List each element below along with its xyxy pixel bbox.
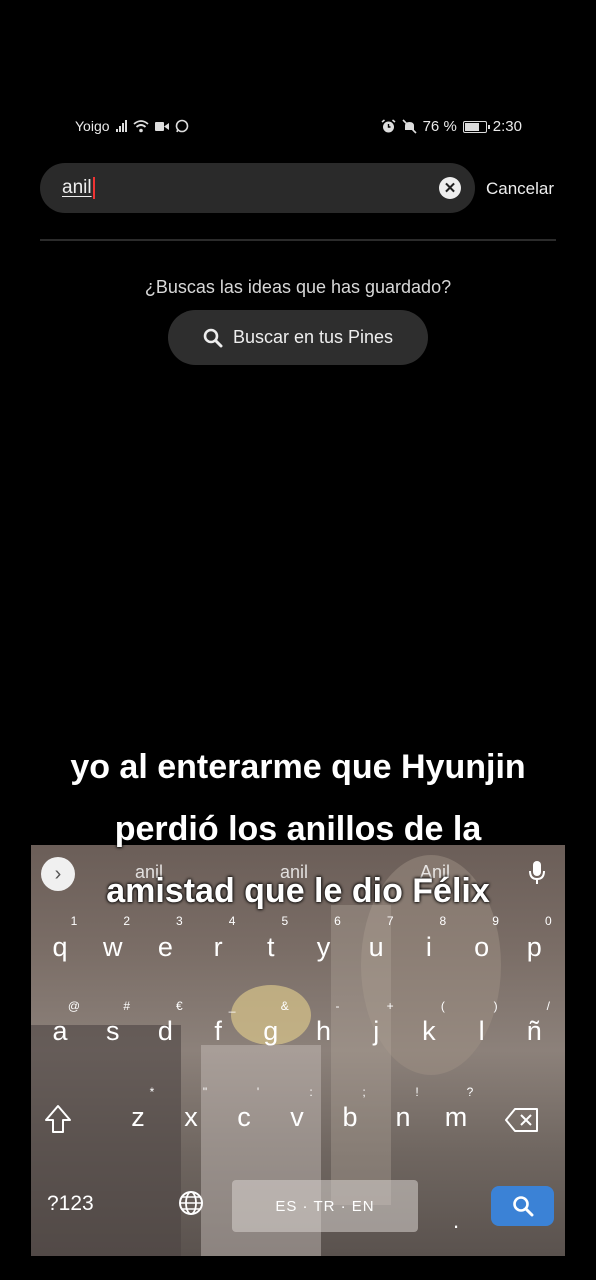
key-hint: ! <box>415 1085 419 1099</box>
video-icon <box>154 121 169 131</box>
key-w[interactable]: w <box>93 932 133 963</box>
key-m[interactable]: m <box>436 1102 476 1133</box>
key-hint: & <box>280 999 289 1013</box>
saved-ideas-prompt: ¿Buscas las ideas que has guardado? <box>144 277 452 297</box>
caption-line-1: yo al enterarme que Hyunjin <box>70 748 526 786</box>
search-icon <box>512 1196 533 1217</box>
key-hint: _ <box>228 999 236 1013</box>
caption-line-2: perdió los anillos de la <box>114 810 482 848</box>
key-q[interactable]: q <box>40 932 80 963</box>
clock: 2:30 <box>492 118 522 135</box>
key-hint: / <box>546 999 550 1013</box>
search-your-pins-label: Buscar en tus Pines <box>232 327 394 347</box>
search-input-value: anil <box>62 177 92 199</box>
key-hint: ' <box>256 1085 260 1099</box>
key-n[interactable]: n <box>383 1102 423 1133</box>
whatsapp-icon <box>175 119 188 133</box>
battery-icon <box>462 120 490 133</box>
key-hint: ? <box>466 1085 474 1099</box>
period-key[interactable]: . <box>453 1208 459 1234</box>
clear-search-button[interactable]: ✕ <box>439 177 461 199</box>
key-f[interactable]: f <box>198 1016 238 1047</box>
key-hint: ( <box>440 999 445 1013</box>
key-y[interactable]: y <box>304 932 344 963</box>
close-icon: ✕ <box>443 180 457 197</box>
key-hint: @ <box>67 999 81 1013</box>
battery-percent: 76 % <box>422 118 457 135</box>
search-field[interactable] <box>40 163 475 213</box>
key-hint: # <box>123 999 131 1013</box>
key-hint: " <box>202 1085 208 1099</box>
key-k[interactable]: k <box>409 1016 449 1047</box>
key-p[interactable]: p <box>514 932 554 963</box>
key-a[interactable]: a <box>40 1016 80 1047</box>
key-t[interactable]: t <box>251 932 291 963</box>
divider <box>40 239 556 241</box>
space-key[interactable]: ES · TR · EN <box>232 1180 418 1232</box>
key-d[interactable]: d <box>145 1016 185 1047</box>
key-hint: + <box>386 999 394 1013</box>
key-i[interactable]: i <box>409 932 449 963</box>
key-hint: ) <box>493 999 498 1013</box>
key-g[interactable]: g <box>251 1016 291 1047</box>
key-ñ[interactable]: ñ <box>514 1016 554 1047</box>
shift-icon[interactable] <box>44 1104 72 1134</box>
status-bar-left: Yoigo <box>75 118 189 134</box>
key-r[interactable]: r <box>198 932 238 963</box>
wifi-icon <box>132 119 149 132</box>
search-your-pins-button[interactable]: Buscar en tus Pines <box>168 310 428 365</box>
search-submit-key[interactable] <box>491 1186 554 1226</box>
key-o[interactable]: o <box>462 932 502 963</box>
key-hint: : <box>309 1085 313 1099</box>
key-s[interactable]: s <box>93 1016 133 1047</box>
text-caret <box>92 177 95 199</box>
status-bar-right: 76 % 2:30 <box>381 118 522 135</box>
alarm-icon <box>381 119 396 133</box>
signal-icon <box>115 120 127 132</box>
key-hint: * <box>149 1085 155 1099</box>
globe-icon[interactable] <box>178 1190 204 1216</box>
key-x[interactable]: x <box>171 1102 211 1133</box>
key-hint: € <box>176 999 183 1013</box>
key-hint: - <box>335 999 340 1013</box>
key-h[interactable]: h <box>304 1016 344 1047</box>
key-e[interactable]: e <box>145 932 185 963</box>
key-c[interactable]: c <box>224 1102 264 1133</box>
cancel-button[interactable]: Cancelar <box>486 179 554 199</box>
mute-icon <box>402 119 417 134</box>
caption-line-3: amistad que le dio Félix <box>106 872 490 910</box>
key-l[interactable]: l <box>462 1016 502 1047</box>
carrier-label: Yoigo <box>75 118 110 134</box>
key-z[interactable]: z <box>118 1102 158 1133</box>
backspace-icon[interactable] <box>505 1107 539 1133</box>
search-input[interactable]: anil <box>62 177 95 199</box>
symbols-mode-key[interactable]: ?123 <box>47 1192 94 1216</box>
search-icon <box>203 328 223 347</box>
key-v[interactable]: v <box>277 1102 317 1133</box>
key-u[interactable]: u <box>356 932 396 963</box>
key-j[interactable]: j <box>356 1016 396 1047</box>
key-hint: ; <box>362 1085 366 1099</box>
key-b[interactable]: b <box>330 1102 370 1133</box>
video-caption: yo al enterarme que Hyunjin perdió los a… <box>0 736 596 922</box>
